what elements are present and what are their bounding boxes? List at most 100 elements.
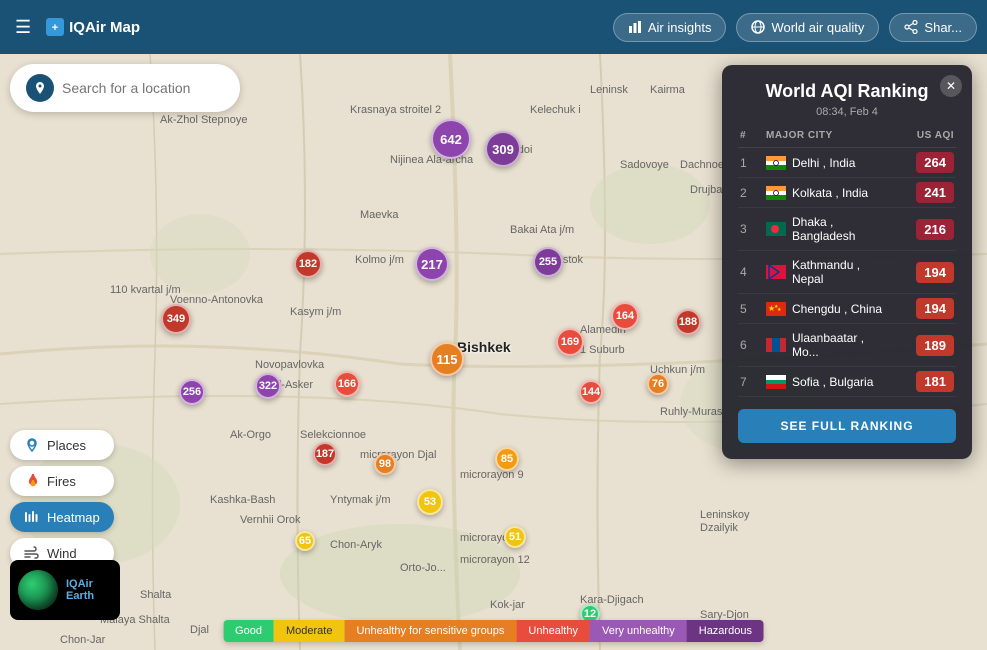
ranking-row-3[interactable]: 3 Dhaka , Bangladesh 216 [738,208,956,251]
aqi-bubble-b21[interactable]: 65 [295,531,315,551]
legend: Good Moderate Unhealthy for sensitive gr… [223,620,764,642]
bar-chart-icon [628,20,642,34]
legend-unhealthy: Unhealthy [516,620,590,642]
flag-icon [766,222,786,236]
rank-num: 7 [740,375,760,389]
world-air-quality-label: World air quality [771,20,864,35]
ranking-row-5[interactable]: 5 ★★★ Chengdu , China 194 [738,294,956,324]
fires-label: Fires [47,474,76,489]
ranking-close-button[interactable]: ✕ [940,75,962,97]
places-label: Places [47,438,86,453]
ranking-panel: ✕ World AQI Ranking 08:34, Feb 4 # MAJOR… [722,65,972,459]
aqi-bubble-b18[interactable]: 85 [495,447,519,471]
legend-very-unhealthy: Very unhealthy [590,620,687,642]
heatmap-button[interactable]: Heatmap [10,502,114,532]
menu-icon[interactable]: ☰ [10,12,36,43]
ranking-row-6[interactable]: 6 Ulaanbaatar , Mo... 189 [738,324,956,367]
rank-num: 4 [740,265,760,279]
side-controls: Places Fires Heatmap Wind [10,430,114,568]
aqi-bubble-b16[interactable]: 187 [313,442,337,466]
flag-icon [766,375,786,389]
city-name: Sofia , Bulgaria [792,375,873,389]
svg-text:★: ★ [777,307,782,313]
aqi-bubble-b8[interactable]: 188 [675,309,701,335]
iq-prefix: IQAir [66,578,93,590]
flag-icon [766,186,786,200]
earth-globe [18,570,58,610]
ranking-row-1[interactable]: 1 Delhi , India 264 [738,148,956,178]
aqi-bubble-b11[interactable]: 166 [334,371,360,397]
aqi-value: 181 [916,371,954,392]
iqair-logo-icon: + [46,18,64,36]
flag-icon [766,265,786,279]
rank-num: 5 [740,302,760,316]
aqi-bubble-b13[interactable]: 322 [255,373,281,399]
rank-num: 3 [740,222,760,236]
aqi-bubble-b4[interactable]: 255 [533,247,563,277]
logo-text: IQAir Map [69,19,140,36]
aqi-bubble-b9[interactable]: 169 [556,328,584,356]
aqi-bubble-b20[interactable]: 51 [504,526,526,548]
city-cell: Dhaka , Bangladesh [766,215,888,243]
aqi-bubble-b15[interactable]: 76 [647,373,669,395]
fire-icon [24,473,40,489]
flag-icon [766,338,786,352]
share-button[interactable]: Shar... [889,13,977,42]
see-full-ranking-button[interactable]: SEE FULL RANKING [738,409,956,443]
aqi-value: 241 [916,182,954,203]
earth-text: IQAir Earth [66,578,94,602]
city-name: Kathmandu , Nepal [792,258,888,286]
search-input[interactable] [62,80,224,96]
city-name: Kolkata , India [792,186,868,200]
ranking-title: World AQI Ranking [738,81,956,102]
aqi-bubble-b10[interactable]: 115 [430,342,464,376]
aqi-bubble-b12[interactable]: 256 [179,379,205,405]
city-name: Ulaanbaatar , Mo... [792,331,888,359]
legend-good: Good [223,620,274,642]
earth-widget[interactable]: IQAir Earth [10,560,120,620]
ranking-timestamp: 08:34, Feb 4 [738,106,956,118]
city-cell: Kathmandu , Nepal [766,258,888,286]
aqi-bubble-b14[interactable]: 144 [579,380,603,404]
places-button[interactable]: Places [10,430,114,460]
fires-button[interactable]: Fires [10,466,114,496]
aqi-bubble-b17[interactable]: 98 [374,453,396,475]
flag-icon [766,156,786,170]
aqi-bubble-b7[interactable]: 164 [611,302,639,330]
aqi-bubble-b6[interactable]: 349 [161,304,191,334]
ranking-row-4[interactable]: 4 Kathmandu , Nepal 194 [738,251,956,294]
air-insights-label: Air insights [648,20,712,35]
share-icon [904,20,918,34]
city-cell: Sofia , Bulgaria [766,375,888,389]
search-bar [10,64,240,112]
city-cell: Ulaanbaatar , Mo... [766,331,888,359]
city-name: Dhaka , Bangladesh [792,215,888,243]
aqi-value: 264 [916,152,954,173]
ranking-row-2[interactable]: 2 Kolkata , India 241 [738,178,956,208]
rank-num: 1 [740,156,760,170]
ranking-row-7[interactable]: 7 Sofia , Bulgaria 181 [738,367,956,397]
city-cell: Kolkata , India [766,186,888,200]
logo: + IQAir Map [46,18,140,36]
aqi-bubble-b5[interactable]: 182 [294,250,322,278]
air-insights-button[interactable]: Air insights [613,13,727,42]
col-num: # [740,130,760,141]
flag-icon: ★★★ [766,302,786,316]
aqi-value: 216 [916,219,954,240]
rank-num: 2 [740,186,760,200]
aqi-bubble-b3[interactable]: 217 [415,247,449,281]
aqi-bubble-b2[interactable]: 309 [485,131,521,167]
globe-icon [751,20,765,34]
ranking-rows: 1 Delhi , India 264 2 Kolkata , India 24… [738,148,956,397]
aqi-bubble-b19[interactable]: 53 [417,489,443,515]
city-cell: Delhi , India [766,156,888,170]
legend-moderate: Moderate [274,620,344,642]
city-cell: ★★★ Chengdu , China [766,302,888,316]
aqi-value: 194 [916,298,954,319]
legend-hazardous: Hazardous [687,620,764,642]
world-air-quality-button[interactable]: World air quality [736,13,879,42]
share-label: Shar... [924,20,962,35]
city-name: Chengdu , China [792,302,882,316]
svg-text:+: + [52,22,58,34]
aqi-bubble-b1[interactable]: 642 [431,119,471,159]
